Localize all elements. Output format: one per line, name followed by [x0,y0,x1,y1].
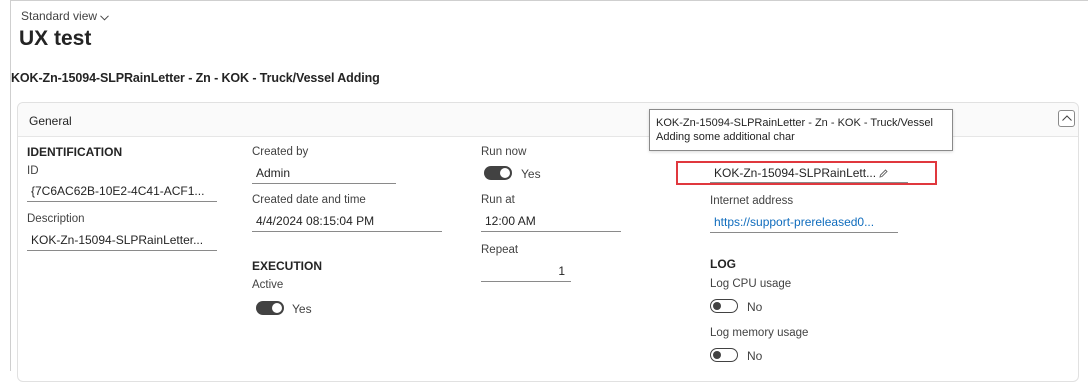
page-title: UX test [19,27,92,50]
id-field[interactable]: {7C6AC62B-10E2-4C41-ACF1... [27,182,217,202]
description-label: Description [27,213,85,225]
run-at-label: Run at [481,194,515,206]
tooltip-line-1: KOK-Zn-15094-SLPRainLetter - Zn - KOK - … [656,117,933,129]
log-memory-toggle-text: No [747,349,763,363]
repeat-label: Repeat [481,244,519,256]
log-group-label: LOG [710,257,736,271]
run-at-field[interactable]: 12:00 AM [481,212,621,232]
created-by-label: Created by [252,146,309,158]
log-cpu-toggle[interactable] [710,299,738,313]
active-label: Active [252,279,284,291]
log-cpu-label: Log CPU usage [710,278,792,290]
active-toggle[interactable] [256,301,284,315]
log-cpu-toggle-text: No [747,300,763,314]
id-label: ID [27,165,39,177]
log-memory-toggle[interactable] [710,348,738,362]
description-field[interactable]: KOK-Zn-15094-SLPRainLetter... [27,231,217,251]
repeat-field[interactable]: 1 [481,262,571,282]
created-datetime-field[interactable]: 4/4/2024 08:15:04 PM [252,212,442,232]
internet-address-link[interactable]: https://support-prereleased0... [710,213,898,233]
chevron-down-icon [100,10,109,24]
record-caption: KOK-Zn-15094-SLPRainLetter - Zn - KOK - … [11,71,380,85]
fasttab-title: General [29,114,72,128]
run-now-label: Run now [481,146,527,158]
tooltip-line-2: Adding some additional char [656,131,795,143]
run-now-toggle-text: Yes [521,167,541,181]
internet-address-label: Internet address [710,195,794,207]
run-now-toggle[interactable] [484,166,512,180]
collapse-button[interactable] [1058,110,1075,127]
view-selector[interactable]: Standard view [21,9,109,24]
identification-group-label: IDENTIFICATION [27,145,123,159]
log-memory-label: Log memory usage [710,327,809,339]
created-datetime-label: Created date and time [252,194,366,206]
created-by-field[interactable]: Admin [252,164,396,184]
highlight-box [676,161,937,185]
name-tooltip: KOK-Zn-15094-SLPRainLetter - Zn - KOK - … [649,109,953,151]
active-toggle-text: Yes [292,302,312,316]
execution-group-label: EXECUTION [252,259,323,273]
view-selector-label: Standard view [21,9,98,23]
